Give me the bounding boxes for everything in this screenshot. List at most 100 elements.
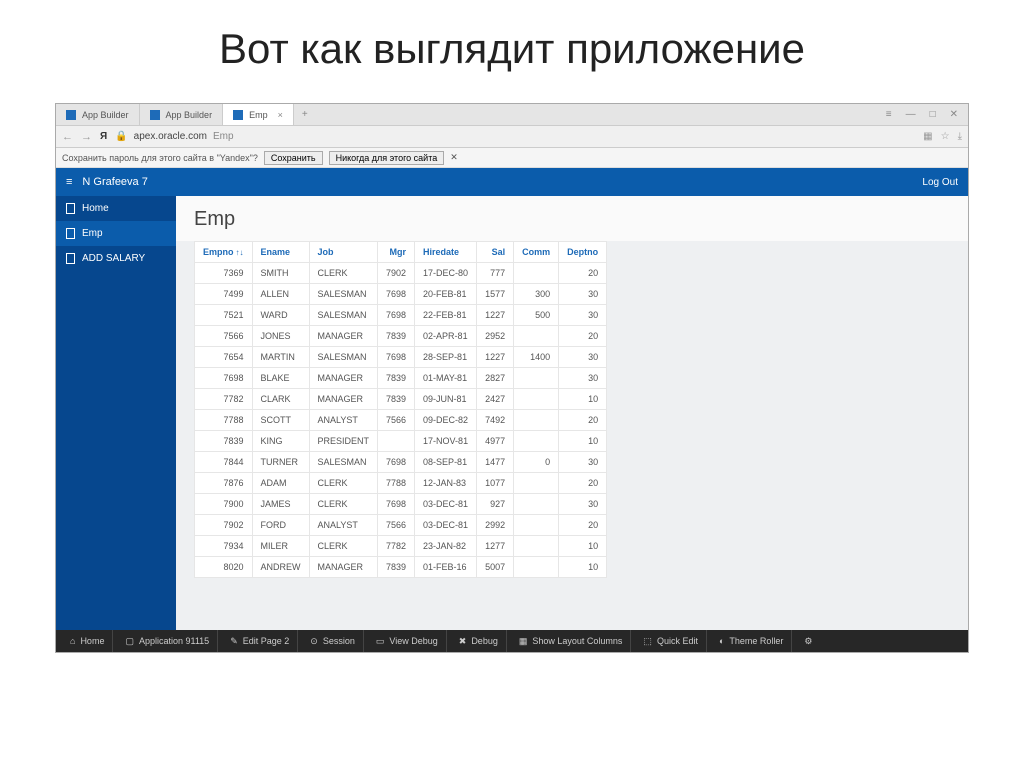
table-row[interactable]: 8020ANDREWMANAGER783901-FEB-16500710: [195, 557, 607, 578]
browser-tab[interactable]: Emp×: [223, 104, 294, 125]
maximize-button[interactable]: □: [930, 109, 936, 120]
shield-icon[interactable]: ▦: [923, 131, 932, 142]
cell-sal: 5007: [477, 557, 514, 578]
table-row[interactable]: 7782CLARKMANAGER783909-JUN-81242710: [195, 389, 607, 410]
devbar-quick[interactable]: ⬚Quick Edit: [635, 630, 707, 652]
bookmark-icon[interactable]: ☆: [941, 131, 950, 142]
column-header[interactable]: Deptno: [559, 242, 607, 263]
browser-tab[interactable]: App Builder: [56, 104, 140, 125]
devbar-label: Theme Roller: [729, 636, 783, 646]
browser-window: App BuilderApp BuilderEmp× + ≡ — □ ✕ ← →…: [55, 103, 969, 653]
column-header[interactable]: Ename: [252, 242, 309, 263]
address-path[interactable]: Emp: [213, 131, 234, 142]
cell-deptno: 10: [559, 536, 607, 557]
table-row[interactable]: 7521WARDSALESMAN769822-FEB-81122750030: [195, 305, 607, 326]
cell-hiredate: 03-DEC-81: [415, 494, 477, 515]
column-header[interactable]: Sal: [477, 242, 514, 263]
cell-empno: 7782: [195, 389, 253, 410]
table-row[interactable]: 7900JAMESCLERK769803-DEC-8192730: [195, 494, 607, 515]
cell-sal: 2827: [477, 368, 514, 389]
table-row[interactable]: 7876ADAMCLERK778812-JAN-83107720: [195, 473, 607, 494]
cell-comm: 1400: [514, 347, 559, 368]
cell-job: PRESIDENT: [309, 431, 378, 452]
cell-mgr: 7839: [378, 389, 415, 410]
cell-ename: JONES: [252, 326, 309, 347]
cell-sal: 1577: [477, 284, 514, 305]
cell-ename: FORD: [252, 515, 309, 536]
table-row[interactable]: 7566JONESMANAGER783902-APR-81295220: [195, 326, 607, 347]
cell-mgr: 7566: [378, 410, 415, 431]
table-row[interactable]: 7654MARTINSALESMAN769828-SEP-81122714003…: [195, 347, 607, 368]
close-prompt-button[interactable]: ✕: [450, 152, 458, 163]
cell-hiredate: 17-DEC-80: [415, 263, 477, 284]
table-row[interactable]: 7934MILERCLERK778223-JAN-82127710: [195, 536, 607, 557]
cell-ename: SMITH: [252, 263, 309, 284]
column-header[interactable]: Hiredate: [415, 242, 477, 263]
home-icon: ⌂: [70, 636, 75, 646]
sidebar-item[interactable]: Emp: [56, 221, 176, 246]
devbar-home[interactable]: ⌂Home: [62, 630, 113, 652]
cell-sal: 2427: [477, 389, 514, 410]
cell-deptno: 30: [559, 305, 607, 326]
yandex-icon[interactable]: Я: [100, 131, 107, 142]
devbar-edit[interactable]: ✎Edit Page 2: [222, 630, 298, 652]
devbar-debug[interactable]: ✖Debug: [451, 630, 507, 652]
cell-hiredate: 01-MAY-81: [415, 368, 477, 389]
devbar-layout[interactable]: ▦Show Layout Columns: [511, 630, 632, 652]
column-header[interactable]: Comm: [514, 242, 559, 263]
close-window-button[interactable]: ✕: [950, 109, 958, 120]
cell-mgr: 7839: [378, 368, 415, 389]
cell-ename: KING: [252, 431, 309, 452]
logout-link[interactable]: Log Out: [922, 177, 958, 188]
back-button[interactable]: ←: [62, 131, 73, 143]
cell-comm: 0: [514, 452, 559, 473]
sidebar-item[interactable]: Home: [56, 196, 176, 221]
minimize-button[interactable]: —: [906, 109, 916, 120]
devbar-gear[interactable]: ⚙: [796, 630, 820, 652]
table-row[interactable]: 7844TURNERSALESMAN769808-SEP-811477030: [195, 452, 607, 473]
download-icon[interactable]: ⤓: [958, 131, 962, 142]
save-password-button[interactable]: Сохранить: [264, 151, 323, 165]
cell-comm: [514, 494, 559, 515]
table-row[interactable]: 7788SCOTTANALYST756609-DEC-82749220: [195, 410, 607, 431]
devbar-session[interactable]: ⊙Session: [302, 630, 364, 652]
password-save-prompt: Сохранить пароль для этого сайта в "Yand…: [56, 148, 968, 168]
cell-hiredate: 09-JUN-81: [415, 389, 477, 410]
close-tab-button[interactable]: ×: [278, 110, 283, 120]
table-row[interactable]: 7698BLAKEMANAGER783901-MAY-81282730: [195, 368, 607, 389]
column-header[interactable]: Empno↑↓: [195, 242, 253, 263]
column-header[interactable]: Job: [309, 242, 378, 263]
tab-label: App Builder: [82, 110, 129, 120]
table-row[interactable]: 7902FORDANALYST756603-DEC-81299220: [195, 515, 607, 536]
devbar-app[interactable]: ▢Application 91115: [117, 630, 218, 652]
browser-tab[interactable]: App Builder: [140, 104, 224, 125]
cell-empno: 7654: [195, 347, 253, 368]
prompt-text: Сохранить пароль для этого сайта в "Yand…: [62, 153, 258, 163]
cell-ename: ALLEN: [252, 284, 309, 305]
table-row[interactable]: 7369SMITHCLERK790217-DEC-8077720: [195, 263, 607, 284]
cell-comm: [514, 410, 559, 431]
devbar-label: Session: [323, 636, 355, 646]
cell-sal: 1077: [477, 473, 514, 494]
forward-button[interactable]: →: [81, 131, 92, 143]
table-row[interactable]: 7499ALLENSALESMAN769820-FEB-81157730030: [195, 284, 607, 305]
address-bar: ← → Я 🔒 apex.oracle.com Emp ▦ ☆ ⤓: [56, 126, 968, 148]
menu-icon[interactable]: ≡: [886, 109, 892, 120]
cell-ename: JAMES: [252, 494, 309, 515]
column-header[interactable]: Mgr: [378, 242, 415, 263]
devbar-theme[interactable]: ◐Theme Roller: [711, 630, 792, 652]
page-icon: [66, 203, 75, 214]
table-row[interactable]: 7839KINGPRESIDENT17-NOV-81497710: [195, 431, 607, 452]
never-save-button[interactable]: Никогда для этого сайта: [329, 151, 445, 165]
tab-favicon-icon: [66, 110, 76, 120]
cell-deptno: 30: [559, 368, 607, 389]
sidebar-item[interactable]: ADD SALARY: [56, 246, 176, 271]
address-host[interactable]: apex.oracle.com: [134, 131, 207, 142]
devbar-view[interactable]: ▭View Debug: [368, 630, 447, 652]
cell-mgr: 7698: [378, 347, 415, 368]
hamburger-icon[interactable]: ≡: [66, 176, 72, 188]
new-tab-button[interactable]: +: [294, 109, 316, 120]
quick-icon: ⬚: [643, 636, 652, 647]
cell-empno: 7521: [195, 305, 253, 326]
cell-deptno: 30: [559, 494, 607, 515]
